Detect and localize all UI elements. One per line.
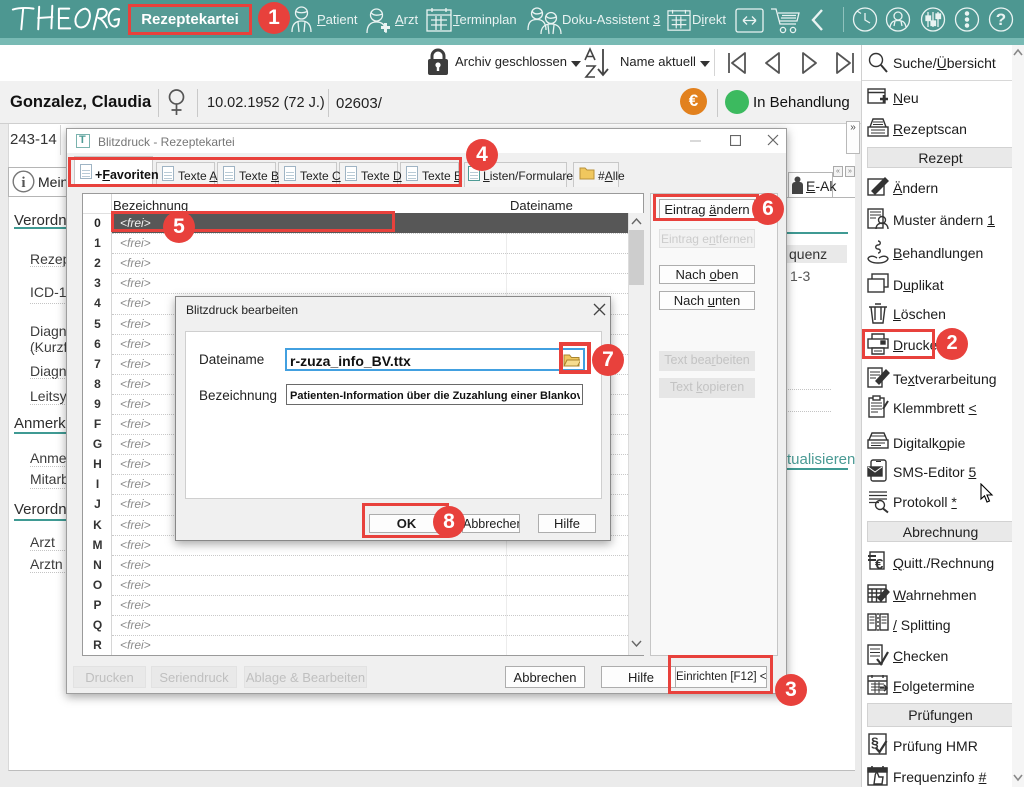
svg-text:i: i	[21, 175, 25, 191]
svg-text:§: §	[871, 734, 879, 750]
svg-text:?: ?	[996, 10, 1006, 29]
svg-text:€: €	[875, 556, 884, 573]
